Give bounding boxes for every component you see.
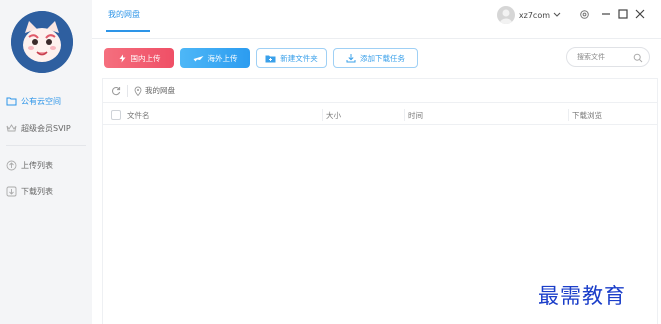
active-tab-indicator <box>106 30 150 32</box>
column-header-download-browse[interactable]: 下载浏览 <box>572 110 602 121</box>
plane-icon <box>193 54 204 63</box>
button-label: 添加下载任务 <box>360 53 405 63</box>
refresh-icon[interactable] <box>111 86 121 96</box>
new-folder-icon <box>265 54 276 63</box>
breadcrumb-separator <box>127 84 128 97</box>
header-divider <box>92 38 661 39</box>
folder-icon <box>6 96 17 107</box>
button-label: 新建文件夹 <box>280 53 318 63</box>
sidebar-item-svip[interactable]: 超级会员SVIP <box>0 118 92 138</box>
sidebar-item-label: 超级会员SVIP <box>21 123 71 133</box>
download-list-icon <box>6 186 17 197</box>
domestic-upload-button[interactable]: 国内上传 <box>104 48 174 68</box>
column-header-filename[interactable]: 文件名 <box>127 110 150 121</box>
search-input[interactable] <box>577 53 633 61</box>
new-folder-button[interactable]: 新建文件夹 <box>256 48 327 68</box>
settings-icon[interactable] <box>577 6 591 22</box>
column-divider <box>322 109 323 121</box>
sidebar-item-label: 上传列表 <box>21 160 53 170</box>
close-icon[interactable] <box>633 6 647 22</box>
tab-my-drive[interactable]: 我的网盘 <box>108 9 140 20</box>
button-label: 海外上传 <box>207 53 238 63</box>
minimize-icon[interactable] <box>599 6 613 22</box>
download-icon <box>346 53 356 63</box>
search-icon[interactable] <box>633 53 643 65</box>
crown-icon <box>6 123 17 134</box>
button-label: 国内上传 <box>130 53 161 63</box>
maximize-icon[interactable] <box>616 6 630 22</box>
avatar[interactable] <box>11 11 73 73</box>
column-divider <box>404 109 405 121</box>
search-box[interactable] <box>566 47 650 67</box>
sidebar: 公有云空间 超级会员SVIP 上传列表 下载列表 <box>0 0 92 324</box>
sidebar-item-upload-list[interactable]: 上传列表 <box>0 155 92 175</box>
top-bar: 我的网盘 xz7com <box>92 0 661 36</box>
breadcrumb: 我的网盘 <box>103 79 657 103</box>
watermark: 最需教育 <box>538 284 626 308</box>
add-download-task-button[interactable]: 添加下载任务 <box>333 48 418 68</box>
breadcrumb-path[interactable]: 我的网盘 <box>145 85 175 96</box>
sidebar-divider <box>6 145 86 146</box>
user-avatar <box>496 6 515 24</box>
column-divider <box>568 109 569 121</box>
username: xz7com <box>518 10 550 20</box>
sidebar-item-public-cloud[interactable]: 公有云空间 <box>0 91 92 111</box>
column-header-time[interactable]: 时间 <box>408 110 423 121</box>
column-header-size[interactable]: 大小 <box>326 110 341 121</box>
overseas-upload-button[interactable]: 海外上传 <box>180 48 250 68</box>
select-all-checkbox[interactable] <box>111 110 121 120</box>
user-menu[interactable]: xz7com <box>496 6 561 24</box>
chevron-down-icon <box>553 12 561 18</box>
sidebar-item-label: 下载列表 <box>21 186 53 196</box>
upload-list-icon <box>6 160 17 171</box>
sidebar-item-label: 公有云空间 <box>21 96 61 106</box>
lightning-icon <box>118 54 127 63</box>
sidebar-item-download-list[interactable]: 下载列表 <box>0 181 92 201</box>
cat-mascot-icon <box>11 11 73 73</box>
location-pin-icon <box>134 86 142 96</box>
table-header: 文件名 大小 时间 下载浏览 <box>103 105 657 125</box>
